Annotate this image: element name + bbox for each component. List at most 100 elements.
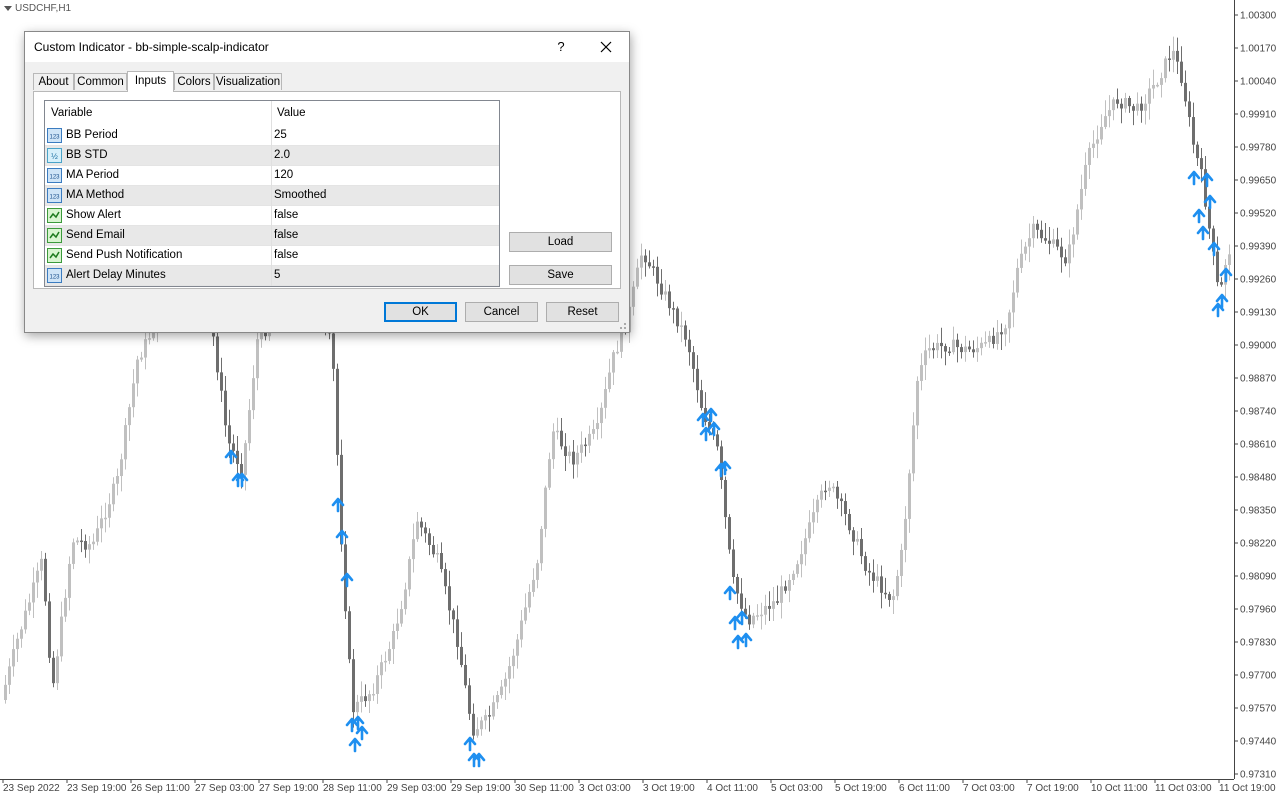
variable-value[interactable]: 120: [274, 169, 293, 181]
cancel-button[interactable]: Cancel: [465, 302, 538, 322]
candle-body: [1148, 88, 1151, 104]
variable-value[interactable]: 25: [274, 129, 287, 141]
candle-body: [12, 649, 15, 667]
candle-body: [732, 549, 735, 577]
input-row[interactable]: Send Push Notification false: [45, 246, 499, 266]
time-tick-label: 6 Oct 11:00: [899, 783, 950, 794]
time-tick-label: 4 Oct 11:00: [707, 783, 758, 794]
candle-body: [452, 610, 455, 620]
candle-body: [504, 678, 507, 687]
candle-body: [120, 459, 123, 477]
candle-body: [1220, 282, 1223, 285]
variable-value[interactable]: 5: [274, 269, 280, 281]
candle-body: [84, 541, 87, 550]
candle-body: [136, 359, 139, 384]
input-row[interactable]: 123 Alert Delay Minutes 5: [45, 266, 499, 286]
candle-body: [752, 615, 755, 625]
candle-body: [988, 335, 991, 343]
price-tick-label: 0.99130: [1240, 308, 1277, 319]
variable-value[interactable]: false: [274, 229, 298, 241]
candle-body: [1100, 126, 1103, 140]
int-icon: 123: [47, 268, 62, 283]
input-row[interactable]: 123 MA Method Smoothed: [45, 186, 499, 206]
time-tick-label: 23 Sep 2022: [3, 783, 60, 794]
candle-body: [960, 347, 963, 353]
tab-visualization[interactable]: Visualization: [214, 73, 282, 90]
time-tick-label: 29 Sep 03:00: [387, 783, 447, 794]
ok-button[interactable]: OK: [384, 302, 457, 322]
candle-body: [900, 549, 903, 576]
time-tick-label: 28 Sep 11:00: [323, 783, 382, 794]
candle-body: [468, 685, 471, 714]
variable-value[interactable]: 2.0: [274, 149, 290, 161]
candle-body: [488, 715, 491, 717]
candle-body: [1012, 292, 1015, 313]
reset-button[interactable]: Reset: [546, 302, 619, 322]
price-tick-label: 1.00040: [1240, 77, 1277, 88]
tab-about[interactable]: About: [33, 73, 74, 90]
time-tick-label: 27 Sep 19:00: [259, 783, 319, 794]
candle-body: [1144, 103, 1147, 111]
candle-body: [532, 579, 535, 592]
dialog-titlebar[interactable]: Custom Indicator - bb-simple-scalp-indic…: [25, 32, 629, 62]
candle-body: [924, 350, 927, 366]
save-button[interactable]: Save: [509, 265, 612, 285]
buy-arrow-icon: [1192, 208, 1206, 224]
candle-body: [756, 615, 759, 617]
candle-body: [780, 586, 783, 603]
candle-body: [80, 540, 83, 543]
candle-body: [52, 657, 55, 684]
candle-body: [1108, 110, 1111, 117]
input-row[interactable]: ½ BB STD 2.0: [45, 146, 499, 166]
candle-body: [108, 504, 111, 518]
input-row[interactable]: 123 BB Period 25: [45, 126, 499, 146]
input-row[interactable]: 123 MA Period 120: [45, 166, 499, 186]
candle-body: [96, 528, 99, 542]
variable-value[interactable]: false: [274, 249, 298, 261]
price-tick-label: 0.99910: [1240, 110, 1277, 121]
candle-body: [800, 554, 803, 565]
candle-body: [64, 597, 67, 617]
candle-body: [580, 444, 583, 453]
close-button[interactable]: [590, 36, 622, 58]
candle-body: [44, 558, 47, 602]
tab-common[interactable]: Common: [74, 73, 127, 90]
tab-colors[interactable]: Colors: [174, 73, 214, 90]
variable-name: Alert Delay Minutes: [66, 269, 166, 281]
svg-text:½: ½: [51, 152, 58, 161]
candle-body: [1228, 254, 1231, 266]
symbol-label[interactable]: USDCHF,H1: [4, 3, 71, 14]
header-variable[interactable]: Variable: [51, 107, 92, 119]
load-button[interactable]: Load: [509, 232, 612, 252]
input-row[interactable]: Send Email false: [45, 226, 499, 246]
candle-body: [384, 660, 387, 663]
candle-body: [1104, 116, 1107, 127]
candle-body: [484, 715, 487, 721]
price-tick-label: 0.99260: [1240, 275, 1277, 286]
candle-body: [964, 346, 967, 353]
candle-body: [932, 348, 935, 351]
candle-body: [220, 372, 223, 391]
candle-body: [516, 639, 519, 656]
candle-body: [1196, 144, 1199, 159]
candle-body: [696, 368, 699, 391]
candle-body: [600, 407, 603, 424]
help-button[interactable]: ?: [545, 36, 577, 58]
candle-body: [792, 573, 795, 581]
candle-body: [1176, 50, 1179, 62]
candle-body: [892, 596, 895, 600]
variable-value[interactable]: Smoothed: [274, 189, 326, 201]
inputs-panel: Variable Value 123 BB Period 25 ½ BB STD 2.0 1…: [33, 91, 621, 289]
variable-value[interactable]: false: [274, 209, 298, 221]
resize-grip-icon[interactable]: [619, 322, 627, 330]
candle-body: [508, 666, 511, 679]
candle-body: [356, 701, 359, 713]
buy-arrow-icon: [723, 585, 737, 601]
tab-inputs[interactable]: Inputs: [127, 71, 174, 92]
input-row[interactable]: Show Alert false: [45, 206, 499, 226]
candle-body: [1128, 97, 1131, 107]
candle-body: [796, 564, 799, 574]
candle-body: [680, 325, 683, 327]
header-value[interactable]: Value: [277, 107, 306, 119]
candle-body: [104, 517, 107, 520]
